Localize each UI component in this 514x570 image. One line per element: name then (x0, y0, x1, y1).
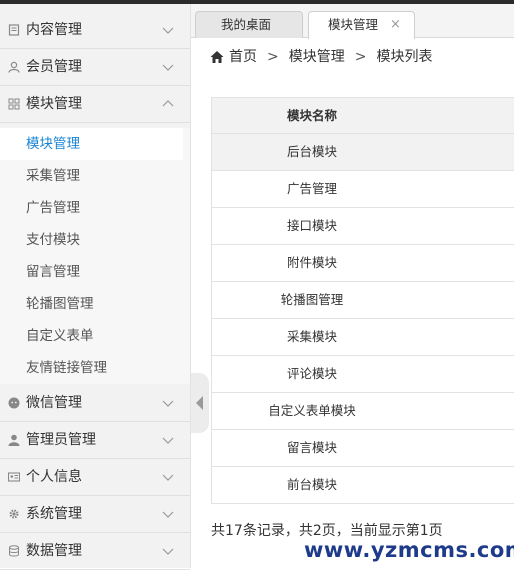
sidebar-item-label: 友情链接管理 (26, 360, 107, 376)
sidebar-item-carousel[interactable]: 轮播图管理 (0, 288, 183, 320)
sidebar-group-label: 数据管理 (26, 543, 82, 559)
table-row[interactable]: 前台模块 (212, 467, 514, 504)
id-card-icon (8, 472, 20, 482)
sidebar-item-collect[interactable]: 采集管理 (0, 160, 183, 192)
chevron-down-icon (162, 511, 174, 518)
home-icon (210, 51, 224, 63)
sidebar-group-label: 模块管理 (26, 96, 82, 112)
sidebar-group-member[interactable]: 会员管理 (0, 49, 190, 86)
chevron-down-icon (162, 400, 174, 407)
sidebar-collapse-button[interactable] (191, 373, 209, 433)
database-icon (9, 545, 19, 557)
chevron-down-icon (162, 437, 174, 444)
table-cell: 接口模块 (286, 218, 337, 233)
tab-desktop[interactable]: 我的桌面 (195, 11, 303, 38)
table-cell: 轮播图管理 (280, 292, 344, 307)
table-cell: 后台模块 (286, 144, 337, 159)
breadcrumb-module-manage[interactable]: 模块管理 (289, 48, 345, 66)
sidebar-group-label: 微信管理 (26, 395, 82, 411)
table-row[interactable]: 接口模块 (212, 208, 514, 245)
sidebar-group-admin[interactable]: 管理员管理 (0, 422, 190, 459)
table-cell: 采集模块 (286, 329, 337, 344)
sidebar-item-payment[interactable]: 支付模块 (0, 224, 183, 256)
sidebar-item-label: 采集管理 (26, 168, 80, 184)
breadcrumb-home[interactable]: 首页 (229, 48, 257, 66)
sidebar-item-friend-links[interactable]: 友情链接管理 (0, 352, 183, 384)
table-cell: 广告管理 (286, 181, 337, 196)
table-row[interactable]: 附件模块 (212, 245, 514, 282)
sidebar-group-module[interactable]: 模块管理 (0, 86, 190, 123)
breadcrumb-separator: > (267, 49, 279, 65)
gear-icon (9, 509, 19, 519)
sidebar: 内容管理 会员管理 模块管理 模块管理 采集管理 广告管理 支付模块 留言管理 … (0, 4, 191, 570)
sidebar-group-label: 系统管理 (26, 506, 82, 522)
sidebar-group-label: 个人信息 (26, 469, 82, 485)
user-icon (8, 61, 20, 73)
chevron-down-icon (162, 548, 174, 555)
module-table: 模块名称 后台模块 广告管理 接口模块 附件模块 轮播图管理 采集模块 评论模块… (211, 97, 514, 504)
site-watermark: www.yzmcms.com (304, 538, 514, 562)
document-icon (8, 24, 20, 36)
tab-module-manage[interactable]: 模块管理 × (308, 11, 415, 39)
breadcrumb-separator: > (354, 49, 367, 65)
table-row[interactable]: 采集模块 (212, 319, 514, 356)
table-cell: 自定义表单模块 (268, 403, 356, 418)
tab-bar: 我的桌面 模块管理 × (191, 4, 514, 39)
sidebar-item-module-manage[interactable]: 模块管理 (0, 128, 183, 160)
table-row[interactable]: 轮播图管理 (212, 282, 514, 319)
sidebar-item-custom-form[interactable]: 自定义表单 (0, 320, 183, 352)
table-cell: 评论模块 (286, 366, 337, 381)
table-row[interactable]: 自定义表单模块 (212, 393, 514, 430)
wechat-icon (8, 397, 20, 409)
tab-label: 模块管理 (328, 17, 379, 32)
chevron-down-icon (162, 474, 174, 481)
sidebar-group-profile[interactable]: 个人信息 (0, 459, 190, 496)
table-cell: 附件模块 (286, 255, 337, 270)
table-row[interactable]: 留言模块 (212, 430, 514, 467)
close-icon[interactable]: × (390, 17, 401, 33)
column-header-module-name: 模块名称 (286, 108, 337, 123)
sidebar-group-label: 会员管理 (26, 59, 82, 75)
sidebar-group-data[interactable]: 数据管理 (0, 533, 190, 570)
table-header: 模块名称 (212, 97, 514, 134)
table-cell: 前台模块 (286, 477, 337, 492)
breadcrumb-module-list: 模块列表 (376, 49, 433, 65)
caret-left-icon (196, 396, 203, 410)
table-row[interactable]: 广告管理 (212, 171, 514, 208)
sidebar-group-label: 管理员管理 (26, 432, 96, 448)
sidebar-item-label: 支付模块 (26, 232, 80, 248)
table-cell: 留言模块 (286, 440, 337, 455)
table-row[interactable]: 评论模块 (212, 356, 514, 393)
sidebar-item-label: 广告管理 (26, 200, 80, 216)
breadcrumb: 首页 > 模块管理 > 模块列表 (210, 48, 433, 66)
sidebar-group-system[interactable]: 系统管理 (0, 496, 190, 533)
sidebar-item-label: 留言管理 (26, 264, 80, 280)
sidebar-item-messages[interactable]: 留言管理 (0, 256, 183, 288)
sidebar-item-label: 模块管理 (26, 136, 80, 152)
tab-label: 我的桌面 (221, 17, 272, 32)
grid-icon (8, 98, 20, 110)
module-submenu: 模块管理 采集管理 广告管理 支付模块 留言管理 轮播图管理 自定义表单 友情链… (0, 128, 190, 384)
sidebar-group-label: 内容管理 (26, 22, 82, 38)
table-row[interactable]: 后台模块 (212, 134, 514, 171)
chevron-down-icon (162, 64, 174, 71)
person-icon (8, 434, 20, 446)
sidebar-group-content[interactable]: 内容管理 (0, 12, 190, 49)
sidebar-group-wechat[interactable]: 微信管理 (0, 385, 190, 422)
sidebar-item-label: 轮播图管理 (26, 296, 94, 312)
chevron-up-icon (162, 100, 174, 107)
sidebar-item-ads[interactable]: 广告管理 (0, 192, 183, 224)
chevron-down-icon (162, 27, 174, 34)
sidebar-item-label: 自定义表单 (26, 328, 94, 344)
